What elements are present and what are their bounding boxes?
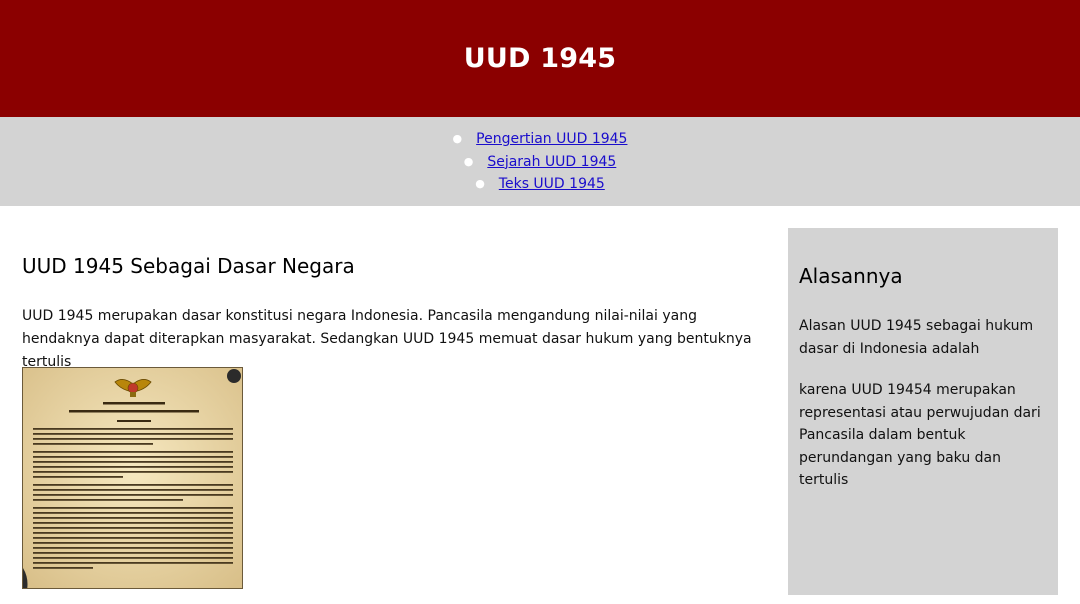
sidebar: Alasannya Alasan UUD 1945 sebagai hukum … [788,228,1058,595]
sidebar-paragraph-1: Alasan UUD 1945 sebagai hukum dasar di I… [799,318,1034,357]
nav-item-pengertian: ● Pengertian UUD 1945 [0,128,1080,151]
nav-list: ● Pengertian UUD 1945 ● Sejarah UUD 1945 ●… [0,117,1080,196]
nav-bar: ● Pengertian UUD 1945 ● Sejarah UUD 1945 ●… [0,117,1080,206]
article-heading: UUD 1945 Sebagai Dasar Negara [22,254,355,278]
nav-item-teks: ● Teks UUD 1945 [0,173,1080,196]
nav-item-sejarah: ● Sejarah UUD 1945 [0,151,1080,174]
bullet-icon: ● [452,132,463,145]
sidebar-heading: Alasannya [799,264,903,288]
article-paragraph: UUD 1945 merupakan dasar konstitusi nega… [22,308,752,370]
document-illustration [23,368,242,588]
sidebar-paragraph-2: karena UUD 19454 merupakan representasi … [799,382,1041,488]
nav-link-sejarah[interactable]: Sejarah UUD 1945 [487,154,616,170]
main-article: UUD 1945 Sebagai Dasar Negara UUD 1945 m… [22,228,762,374]
page-title: UUD 1945 [463,43,617,74]
uud-1945-document-image [22,367,243,589]
nav-link-teks[interactable]: Teks UUD 1945 [499,176,605,192]
bullet-icon: ● [475,177,485,190]
bullet-icon: ● [463,154,474,168]
nav-link-pengertian[interactable]: Pengertian UUD 1945 [476,131,627,147]
site-header: UUD 1945 [0,0,1080,117]
